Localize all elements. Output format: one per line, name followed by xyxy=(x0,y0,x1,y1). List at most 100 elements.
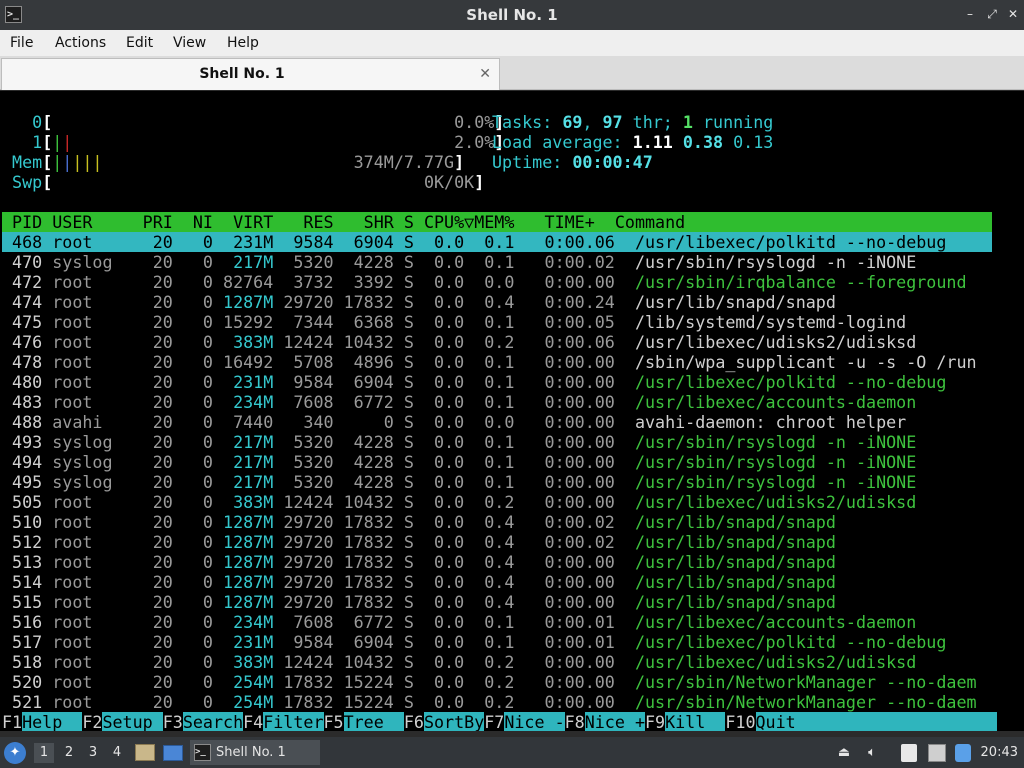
process-s: S xyxy=(403,472,424,492)
removable-media-icon[interactable]: ⏏ xyxy=(836,744,852,762)
process-row[interactable]: 516 root 20 0 234M 7608 6772 S 0.0 0.1 0… xyxy=(2,612,992,632)
process-row[interactable]: 514 root 20 0 1287M 29720 17832 S 0.0 0.… xyxy=(2,572,992,592)
process-row[interactable]: 512 root 20 0 1287M 29720 17832 S 0.0 0.… xyxy=(2,532,992,552)
process-table-header[interactable]: PID USER PRI NI VIRT RES SHR S CPU%▽MEM%… xyxy=(2,212,992,232)
clipboard-icon[interactable] xyxy=(901,744,917,762)
process-pid: 517 xyxy=(2,632,53,652)
process-cmd: /usr/sbin/NetworkManager --no-daem xyxy=(634,672,977,692)
process-row[interactable]: 488 avahi 20 0 7440 340 0 S 0.0 0.0 0:00… xyxy=(2,412,992,432)
fkey-f8[interactable]: F8 xyxy=(565,712,585,732)
process-row[interactable]: 505 root 20 0 383M 12424 10432 S 0.0 0.2… xyxy=(2,492,992,512)
process-cpu: 0.0 xyxy=(423,592,475,612)
fkey-f7[interactable]: F7 xyxy=(484,712,504,732)
volume-icon[interactable]: 🔈︎ xyxy=(863,744,881,762)
process-shr: 4896 xyxy=(343,352,404,372)
menu-view[interactable]: View xyxy=(173,30,206,56)
fkey-f10[interactable]: F10 xyxy=(725,712,755,732)
cpu0-meter: 0[ 0.0%] xyxy=(32,112,505,132)
window-titlebar[interactable]: >_ Shell No. 1 – ⤢ ✕ xyxy=(0,0,1024,30)
workspace-3[interactable]: 3 xyxy=(83,743,103,763)
process-row[interactable]: 517 root 20 0 231M 9584 6904 S 0.0 0.1 0… xyxy=(2,632,992,652)
process-s: S xyxy=(403,292,424,312)
terminal-scrollbar[interactable] xyxy=(996,91,1024,737)
file-manager-icon[interactable] xyxy=(135,744,155,761)
update-icon[interactable] xyxy=(955,744,971,762)
tab-close-icon[interactable]: ✕ xyxy=(479,59,491,89)
taskbar-task-label: Shell No. 1 xyxy=(216,745,286,760)
process-cpu: 0.0 xyxy=(423,492,475,512)
minimize-button[interactable]: – xyxy=(962,6,978,22)
menu-help[interactable]: Help xyxy=(227,30,259,56)
process-res: 29720 xyxy=(283,592,344,612)
process-row-selected[interactable]: 468 root 20 0 231M 9584 6904 S 0.0 0.1 0… xyxy=(2,232,992,252)
process-row[interactable]: 474 root 20 0 1287M 29720 17832 S 0.0 0.… xyxy=(2,292,992,312)
process-pri: 20 xyxy=(142,692,183,712)
fkey-f5[interactable]: F5 xyxy=(324,712,344,732)
fkey-label[interactable]: Help xyxy=(22,712,83,732)
process-virt: 217M xyxy=(223,252,284,272)
process-cpu: 0.0 xyxy=(423,512,475,532)
process-row[interactable]: 493 syslog 20 0 217M 5320 4228 S 0.0 0.1… xyxy=(2,432,992,452)
clock[interactable]: 20:43 xyxy=(981,737,1018,768)
close-button[interactable]: ✕ xyxy=(1005,6,1021,22)
process-mem: 0.1 xyxy=(474,452,525,472)
process-row[interactable]: 475 root 20 0 15292 7344 6368 S 0.0 0.1 … xyxy=(2,312,992,332)
process-row[interactable]: 470 syslog 20 0 217M 5320 4228 S 0.0 0.1… xyxy=(2,252,992,272)
workspace-4[interactable]: 4 xyxy=(107,743,127,763)
fkey-label[interactable]: Search xyxy=(182,712,244,732)
process-mem: 0.1 xyxy=(474,352,525,372)
process-mem: 0.1 xyxy=(474,372,525,392)
fkey-f9[interactable]: F9 xyxy=(645,712,665,732)
process-row[interactable]: 510 root 20 0 1287M 29720 17832 S 0.0 0.… xyxy=(2,512,992,532)
process-user: avahi xyxy=(52,412,143,432)
process-user: root xyxy=(52,372,143,392)
taskbar-task-shell-1[interactable]: >_ Shell No. 1 xyxy=(190,740,320,765)
fkey-f3[interactable]: F3 xyxy=(163,712,183,732)
network-icon[interactable] xyxy=(928,744,946,762)
fkey-f6[interactable]: F6 xyxy=(404,712,424,732)
process-res: 12424 xyxy=(283,492,344,512)
fkey-label[interactable]: Nice + xyxy=(584,712,645,732)
fkey-f2[interactable]: F2 xyxy=(82,712,102,732)
process-pid: 468 xyxy=(2,232,53,252)
fkey-label[interactable]: Quit xyxy=(755,712,997,732)
workspace-2[interactable]: 2 xyxy=(59,743,79,763)
fkey-label[interactable]: Tree xyxy=(343,712,404,732)
swp-meter: Swp[ 0K/0K] xyxy=(12,172,485,192)
process-pid: 478 xyxy=(2,352,53,372)
fkey-f4[interactable]: F4 xyxy=(243,712,263,732)
fkey-label[interactable]: SortBy xyxy=(423,712,485,732)
fkey-f1[interactable]: F1 xyxy=(2,712,22,732)
process-row[interactable]: 476 root 20 0 383M 12424 10432 S 0.0 0.2… xyxy=(2,332,992,352)
process-mem: 0.2 xyxy=(474,652,525,672)
process-row[interactable]: 478 root 20 0 16492 5708 4896 S 0.0 0.1 … xyxy=(2,352,992,372)
process-row[interactable]: 472 root 20 0 82764 3732 3392 S 0.0 0.0 … xyxy=(2,272,992,292)
start-menu-icon[interactable]: ✦ xyxy=(4,742,26,764)
process-res: 29720 xyxy=(283,512,344,532)
process-cpu: 0.0 xyxy=(423,392,475,412)
process-shr: 10432 xyxy=(343,332,404,352)
fkey-label[interactable]: Filter xyxy=(263,712,324,732)
process-row[interactable]: 483 root 20 0 234M 7608 6772 S 0.0 0.1 0… xyxy=(2,392,992,412)
fkey-label[interactable]: Nice - xyxy=(504,712,565,732)
process-row[interactable]: 515 root 20 0 1287M 29720 17832 S 0.0 0.… xyxy=(2,592,992,612)
fkey-label[interactable]: Setup xyxy=(102,712,163,732)
show-desktop-icon[interactable] xyxy=(163,745,183,761)
process-row[interactable]: 520 root 20 0 254M 17832 15224 S 0.0 0.2… xyxy=(2,672,992,692)
process-shr: 6772 xyxy=(343,612,404,632)
menu-edit[interactable]: Edit xyxy=(126,30,153,56)
process-row[interactable]: 495 syslog 20 0 217M 5320 4228 S 0.0 0.1… xyxy=(2,472,992,492)
menu-actions[interactable]: Actions xyxy=(55,30,106,56)
process-row[interactable]: 521 root 20 0 254M 17832 15224 S 0.0 0.2… xyxy=(2,692,992,712)
process-s: S xyxy=(403,432,424,452)
maximize-button[interactable]: ⤢ xyxy=(984,6,1000,22)
menu-file[interactable]: File xyxy=(10,30,33,56)
workspace-1[interactable]: 1 xyxy=(34,743,54,763)
process-row[interactable]: 513 root 20 0 1287M 29720 17832 S 0.0 0.… xyxy=(2,552,992,572)
process-row[interactable]: 480 root 20 0 231M 9584 6904 S 0.0 0.1 0… xyxy=(2,372,992,392)
tab-shell-1[interactable]: Shell No. 1 ✕ xyxy=(1,58,500,90)
process-row[interactable]: 494 syslog 20 0 217M 5320 4228 S 0.0 0.1… xyxy=(2,452,992,472)
fkey-label[interactable]: Kill xyxy=(665,712,726,732)
terminal-view[interactable]: 0[ 0.0%] 1[|| 2.0%] Mem[||||| 374M/7.77G… xyxy=(0,91,1024,737)
process-row[interactable]: 518 root 20 0 383M 12424 10432 S 0.0 0.2… xyxy=(2,652,992,672)
